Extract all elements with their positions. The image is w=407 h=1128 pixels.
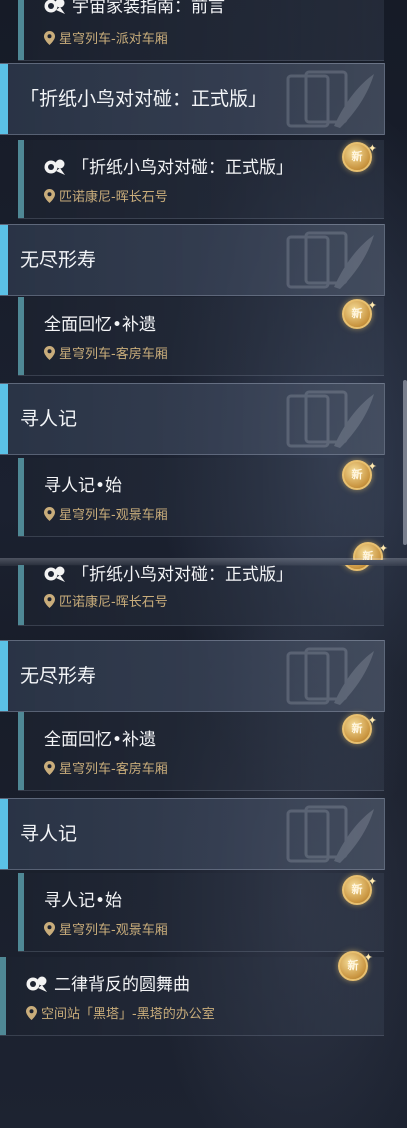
quest-location: 星穹列车-观景车厢	[44, 504, 168, 523]
new-badge-icon: 新	[342, 293, 377, 329]
new-badge-icon: 新	[338, 945, 373, 981]
map-pin-icon	[44, 506, 55, 521]
quest-name: 全面回忆•补遗	[44, 315, 157, 335]
companion-mission-icon	[44, 0, 65, 14]
quest-item[interactable]: 「折纸小鸟对对碰：正式版」 匹诺康尼-晖长石号 新	[18, 136, 384, 219]
map-pin-icon	[26, 1005, 37, 1020]
header-decoration-icon	[286, 647, 376, 705]
header-decoration-icon	[286, 70, 376, 128]
quest-location: 星穹列车-观景车厢	[44, 919, 168, 938]
quest-name: 宇宙家装指南：前言	[44, 0, 225, 17]
new-badge-icon: 新	[342, 869, 377, 905]
header-decoration-icon	[286, 805, 376, 863]
category-title: 寻人记	[20, 408, 78, 430]
quest-location: 空间站「黑塔」-黑塔的办公室	[26, 1003, 215, 1022]
map-pin-icon	[44, 188, 55, 203]
quest-item[interactable]: 全面回忆•补遗 星穹列车-客房车厢 新	[18, 708, 384, 791]
quest-item[interactable]: 全面回忆•补遗 星穹列车-客房车厢 新	[18, 293, 384, 376]
header-decoration-icon	[286, 390, 376, 448]
new-badge-icon: 新	[342, 565, 372, 571]
category-title: 无尽形寿	[20, 249, 97, 271]
category-header[interactable]: 「折纸小鸟对对碰：正式版」	[0, 63, 385, 135]
companion-mission-icon	[26, 976, 47, 992]
quest-item[interactable]: 宇宙家装指南：前言 星穹列车-派对车厢 新	[18, 0, 384, 61]
scrollbar[interactable]	[403, 380, 407, 545]
quest-name: 全面回忆•补遗	[44, 730, 157, 750]
quest-list-panel-bottom: 「折纸小鸟对对碰：正式版」 匹诺康尼-晖长石号 新 无尽形寿 全面回忆•补遗 星…	[0, 565, 407, 1128]
quest-item[interactable]: 寻人记•始 星穹列车-观景车厢 新	[18, 454, 384, 537]
quest-name: 「折纸小鸟对对碰：正式版」	[44, 153, 293, 178]
map-pin-icon	[44, 30, 55, 45]
quest-name: 二律背反的圆舞曲	[26, 970, 190, 995]
quest-name: 「折纸小鸟对对碰：正式版」	[44, 565, 293, 585]
quest-item[interactable]: 寻人记•始 星穹列车-观景车厢 新	[18, 869, 384, 952]
category-header[interactable]: 无尽形寿	[0, 640, 385, 712]
category-header[interactable]: 寻人记	[0, 383, 385, 455]
new-badge-icon: 新	[342, 708, 377, 744]
map-pin-icon	[44, 593, 55, 608]
quest-name: 寻人记•始	[44, 891, 123, 911]
quest-item[interactable]: 「折纸小鸟对对碰：正式版」 匹诺康尼-晖长石号 新	[18, 565, 384, 626]
new-badge-icon: 新	[342, 454, 377, 490]
quest-location: 匹诺康尼-晖长石号	[44, 186, 168, 205]
header-decoration-icon	[286, 231, 376, 289]
map-pin-icon	[44, 921, 55, 936]
quest-name: 寻人记•始	[44, 476, 123, 496]
category-title: 寻人记	[20, 823, 78, 845]
companion-mission-icon	[44, 566, 65, 582]
map-pin-icon	[44, 760, 55, 775]
quest-item[interactable]: 二律背反的圆舞曲 空间站「黑塔」-黑塔的办公室 新	[0, 945, 384, 1036]
category-header[interactable]: 寻人记	[0, 798, 385, 870]
quest-list-panel-top: 宇宙家装指南：前言 星穹列车-派对车厢 新 「折纸小鸟对对碰：正式版」 「折纸小…	[0, 0, 407, 560]
category-header[interactable]: 无尽形寿	[0, 224, 385, 296]
companion-mission-icon	[44, 159, 65, 175]
category-title: 无尽形寿	[20, 665, 97, 687]
quest-location: 星穹列车-客房车厢	[44, 343, 168, 362]
quest-location: 匹诺康尼-晖长石号	[44, 591, 168, 610]
quest-location: 星穹列车-客房车厢	[44, 758, 168, 777]
quest-location: 星穹列车-派对车厢	[44, 28, 168, 47]
new-badge-icon: 新	[342, 136, 377, 172]
category-title: 「折纸小鸟对对碰：正式版」	[20, 88, 268, 110]
map-pin-icon	[44, 345, 55, 360]
